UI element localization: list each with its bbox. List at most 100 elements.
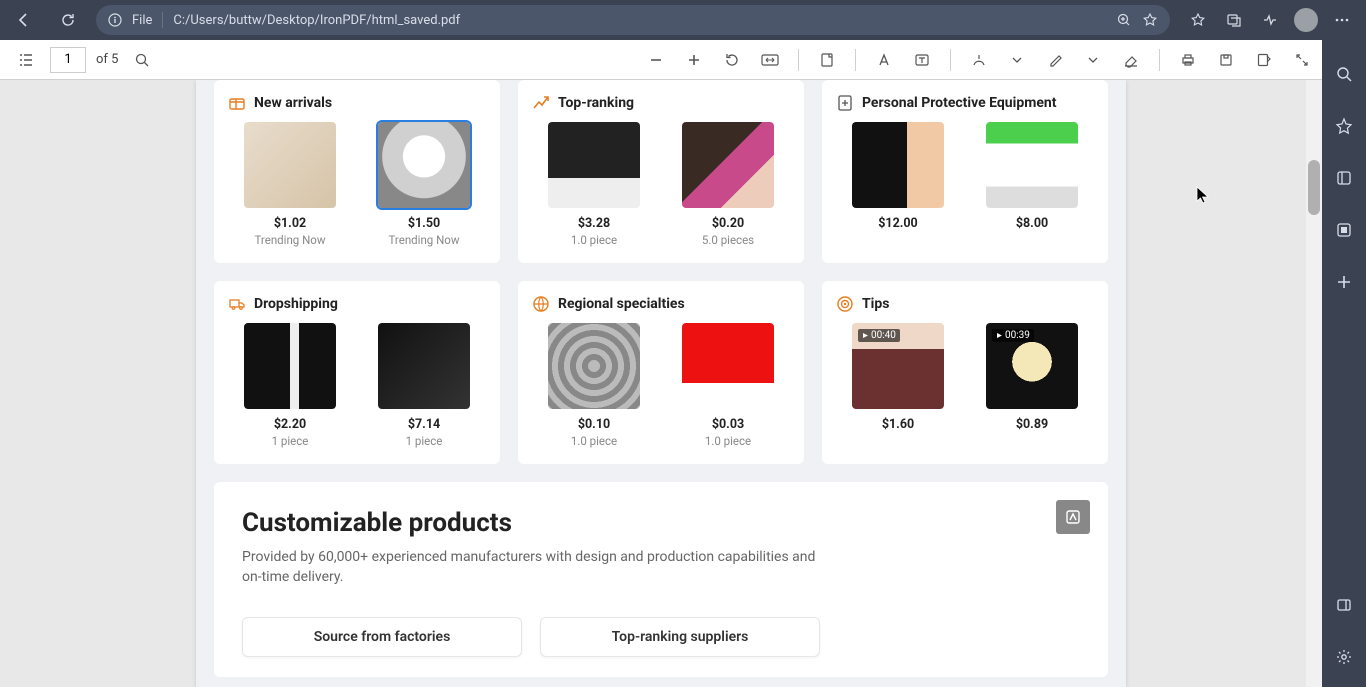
product-thumbnail[interactable] — [548, 122, 640, 208]
product-item[interactable]: $0.03 1.0 piece — [666, 323, 790, 448]
page-number-input[interactable] — [50, 47, 86, 73]
product-thumbnail[interactable] — [244, 122, 336, 208]
zoom-icon[interactable] — [1116, 12, 1132, 28]
product-item[interactable]: $12.00 — [836, 122, 960, 231]
sidebar-add-button[interactable] — [1330, 268, 1358, 296]
product-subtext: Trending Now — [388, 233, 459, 247]
favorite-indicator-icon[interactable] — [1142, 12, 1158, 28]
card-title: Dropshipping — [254, 296, 338, 312]
save-button[interactable] — [1212, 46, 1240, 74]
erase-button[interactable] — [1117, 46, 1145, 74]
zoom-in-button[interactable] — [680, 46, 708, 74]
hero-tab[interactable]: Top-ranking suppliers — [540, 617, 820, 657]
read-aloud-button[interactable] — [870, 46, 898, 74]
browser-chrome: File C:/Users/buttw/Desktop/IronPDF/html… — [0, 0, 1366, 40]
card-title: Regional specialties — [558, 296, 685, 312]
truck-icon — [228, 295, 246, 313]
product-subtext: 1.0 piece — [571, 233, 617, 247]
pdf-page: New arrivals $1.02Trending Now $1.50 Trendi… — [196, 80, 1126, 687]
product-price: $12.00 — [878, 216, 917, 231]
product-thumbnail[interactable] — [852, 122, 944, 208]
scrollbar-thumb[interactable] — [1308, 160, 1320, 215]
sidebar-tools-button[interactable] — [1330, 164, 1358, 192]
product-price: $0.89 — [1016, 417, 1048, 432]
product-price: $1.50 — [408, 216, 440, 231]
card-header[interactable]: Regional specialties — [532, 295, 790, 313]
favorites-button[interactable] — [1182, 4, 1214, 36]
card-header[interactable]: Top-ranking — [532, 94, 790, 112]
box-icon — [228, 94, 246, 112]
product-subtext: 5.0 pieces — [702, 233, 754, 247]
sidebar-settings-button[interactable] — [1330, 643, 1358, 671]
info-icon — [108, 13, 122, 27]
product-item[interactable]: $0.205.0 pieces — [666, 122, 790, 247]
contents-toggle-button[interactable] — [12, 46, 40, 74]
product-item[interactable]: $8.00 — [970, 122, 1094, 231]
fullscreen-button[interactable] — [1288, 46, 1316, 74]
product-item[interactable]: $2.201 piece — [228, 323, 352, 448]
product-item[interactable]: $1.02Trending Now — [228, 122, 352, 247]
scrollbar-track[interactable] — [1306, 80, 1322, 687]
more-button[interactable] — [1326, 4, 1358, 36]
card-header[interactable]: New arrivals — [228, 94, 486, 112]
product-thumbnail[interactable] — [378, 122, 470, 208]
product-item[interactable]: 00:40$1.60 — [836, 323, 960, 432]
fit-width-button[interactable] — [756, 46, 784, 74]
product-price: $7.14 — [408, 417, 440, 432]
back-button[interactable] — [8, 4, 40, 36]
video-duration-badge: 00:40 — [858, 329, 900, 342]
card-header[interactable]: Dropshipping — [228, 295, 486, 313]
product-thumbnail[interactable] — [244, 323, 336, 409]
chevron-down-icon[interactable] — [1079, 46, 1107, 74]
trend-up-icon — [532, 94, 550, 112]
product-thumbnail[interactable] — [682, 122, 774, 208]
product-item[interactable]: $7.141 piece — [362, 323, 486, 448]
product-thumbnail[interactable]: 00:40 — [852, 323, 944, 409]
chevron-down-icon[interactable] — [1003, 46, 1031, 74]
highlight-button[interactable] — [1041, 46, 1069, 74]
sidebar-collapse-button[interactable] — [1330, 591, 1358, 619]
card-title: Tips — [862, 296, 889, 312]
category-card: Tips 00:40$1.60 00:39 $0.89 — [822, 281, 1108, 464]
edge-sidebar — [1322, 40, 1366, 687]
draw-button[interactable] — [965, 46, 993, 74]
page-view-button[interactable] — [813, 46, 841, 74]
add-text-button[interactable] — [908, 46, 936, 74]
url-scheme-label: File — [132, 13, 152, 28]
product-item[interactable]: 00:39 $0.89 — [970, 323, 1094, 432]
product-subtext: 1.0 piece — [571, 434, 617, 448]
category-card: Personal Protective Equipment $12.00 $8.00 — [822, 80, 1108, 263]
address-bar[interactable]: File C:/Users/buttw/Desktop/IronPDF/html… — [96, 5, 1170, 35]
profile-button[interactable] — [1290, 4, 1322, 36]
zoom-out-button[interactable] — [642, 46, 670, 74]
save-as-button[interactable] — [1250, 46, 1278, 74]
product-thumbnail[interactable] — [682, 323, 774, 409]
card-header[interactable]: Personal Protective Equipment — [836, 94, 1094, 112]
product-thumbnail[interactable]: 00:39 — [986, 323, 1078, 409]
product-thumbnail[interactable] — [548, 323, 640, 409]
product-price: $8.00 — [1016, 216, 1048, 231]
print-button[interactable] — [1174, 46, 1202, 74]
product-subtext: Trending Now — [254, 233, 325, 247]
product-item[interactable]: $3.281.0 piece — [532, 122, 656, 247]
hero-title: Customizable products — [242, 508, 1080, 538]
product-price: $2.20 — [274, 417, 306, 432]
find-button[interactable] — [128, 46, 156, 74]
product-price: $0.03 — [712, 417, 744, 432]
product-thumbnail[interactable] — [986, 122, 1078, 208]
globe-icon — [532, 295, 550, 313]
product-item[interactable]: $0.101.0 piece — [532, 323, 656, 448]
collections-button[interactable] — [1218, 4, 1250, 36]
rotate-button[interactable] — [718, 46, 746, 74]
category-card: Top-ranking $3.281.0 piece$0.205.0 pieces — [518, 80, 804, 263]
sidebar-office-button[interactable] — [1330, 216, 1358, 244]
refresh-button[interactable] — [52, 4, 84, 36]
sidebar-search-button[interactable] — [1330, 60, 1358, 88]
product-subtext: 1.0 piece — [705, 434, 751, 448]
sidebar-discover-button[interactable] — [1330, 112, 1358, 140]
hero-tab[interactable]: Source from factories — [242, 617, 522, 657]
product-thumbnail[interactable] — [378, 323, 470, 409]
health-button[interactable] — [1254, 4, 1286, 36]
product-item[interactable]: $1.50 Trending Now — [362, 122, 486, 247]
card-header[interactable]: Tips — [836, 295, 1094, 313]
